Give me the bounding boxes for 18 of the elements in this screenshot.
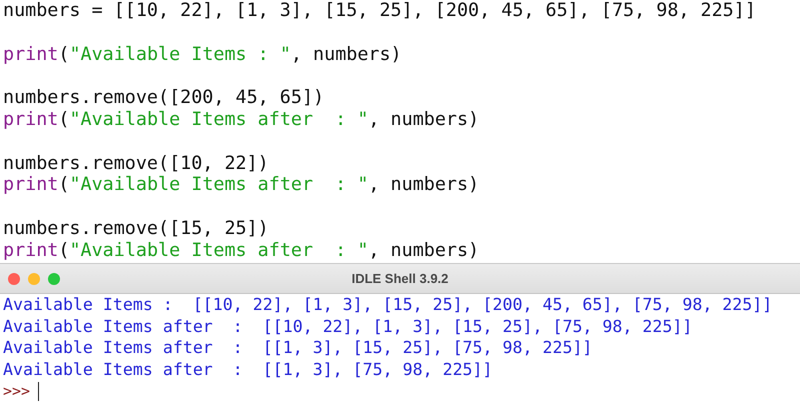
text-cursor bbox=[38, 382, 40, 401]
close-button[interactable] bbox=[8, 272, 20, 284]
window-title: IDLE Shell 3.9.2 bbox=[350, 271, 450, 286]
code-line: numbers.remove([15, 25]) bbox=[3, 218, 270, 240]
code-line: numbers = [[10, 22], [1, 3], [15, 25], [200, 45, 65], [75, 98, 225]] bbox=[3, 0, 757, 22]
output-line: Available Items after : [[1, 3], [15, 25], [75, 98, 225]] bbox=[3, 337, 594, 359]
output-line: Available Items : [[10, 22], [1, 3], [15, 25], [200, 45, 65], [75, 98, 225]] bbox=[3, 294, 774, 316]
shell-prompt: >>> bbox=[3, 382, 30, 400]
output-line: Available Items after : [[1, 3], [75, 98, 225]] bbox=[3, 358, 494, 380]
minimize-button[interactable] bbox=[28, 272, 40, 284]
code-line: print("Available Items after : ", numbers) bbox=[3, 108, 480, 131]
maximize-button[interactable] bbox=[48, 272, 60, 284]
code-line: print("Available Items after : ", numbers) bbox=[3, 240, 480, 262]
code-line: numbers.remove([200, 45, 65]) bbox=[3, 87, 326, 109]
output-line: Available Items after : [[10, 22], [1, 3], [15, 25], [75, 98, 225]] bbox=[3, 316, 694, 338]
code-line: print("Available Items after : ", numbers) bbox=[3, 174, 480, 196]
code-line: print("Available Items : ", numbers) bbox=[3, 44, 403, 66]
code-line: numbers.remove([10, 22]) bbox=[3, 152, 270, 174]
